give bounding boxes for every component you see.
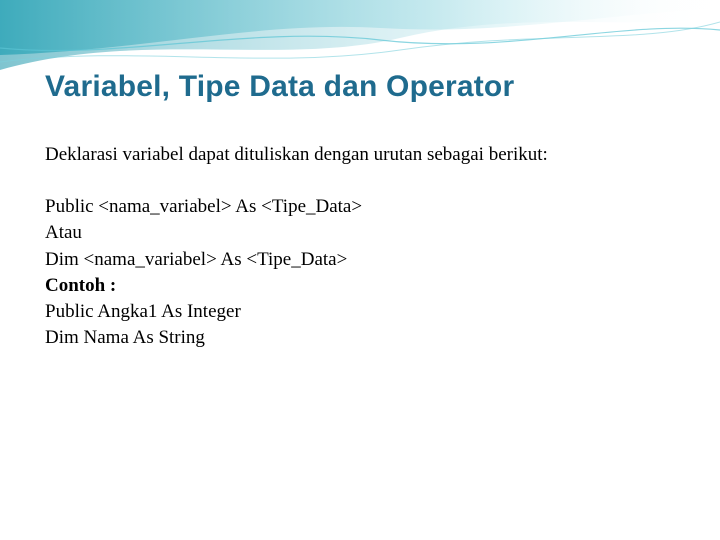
code-line-4: Contoh : — [45, 273, 675, 299]
intro-paragraph: Deklarasi variabel dapat dituliskan deng… — [45, 142, 675, 168]
code-line-3: Dim <nama_variabel> As <Tipe_Data> — [45, 247, 675, 273]
slide-body: Deklarasi variabel dapat dituliskan deng… — [45, 142, 675, 352]
slide-content: Variabel, Tipe Data dan Operator Deklara… — [0, 0, 720, 392]
slide-title: Variabel, Tipe Data dan Operator — [45, 70, 675, 104]
code-line-2: Atau — [45, 220, 675, 246]
code-line-6: Dim Nama As String — [45, 325, 675, 351]
code-line-5: Public Angka1 As Integer — [45, 299, 675, 325]
code-line-1: Public <nama_variabel> As <Tipe_Data> — [45, 194, 675, 220]
